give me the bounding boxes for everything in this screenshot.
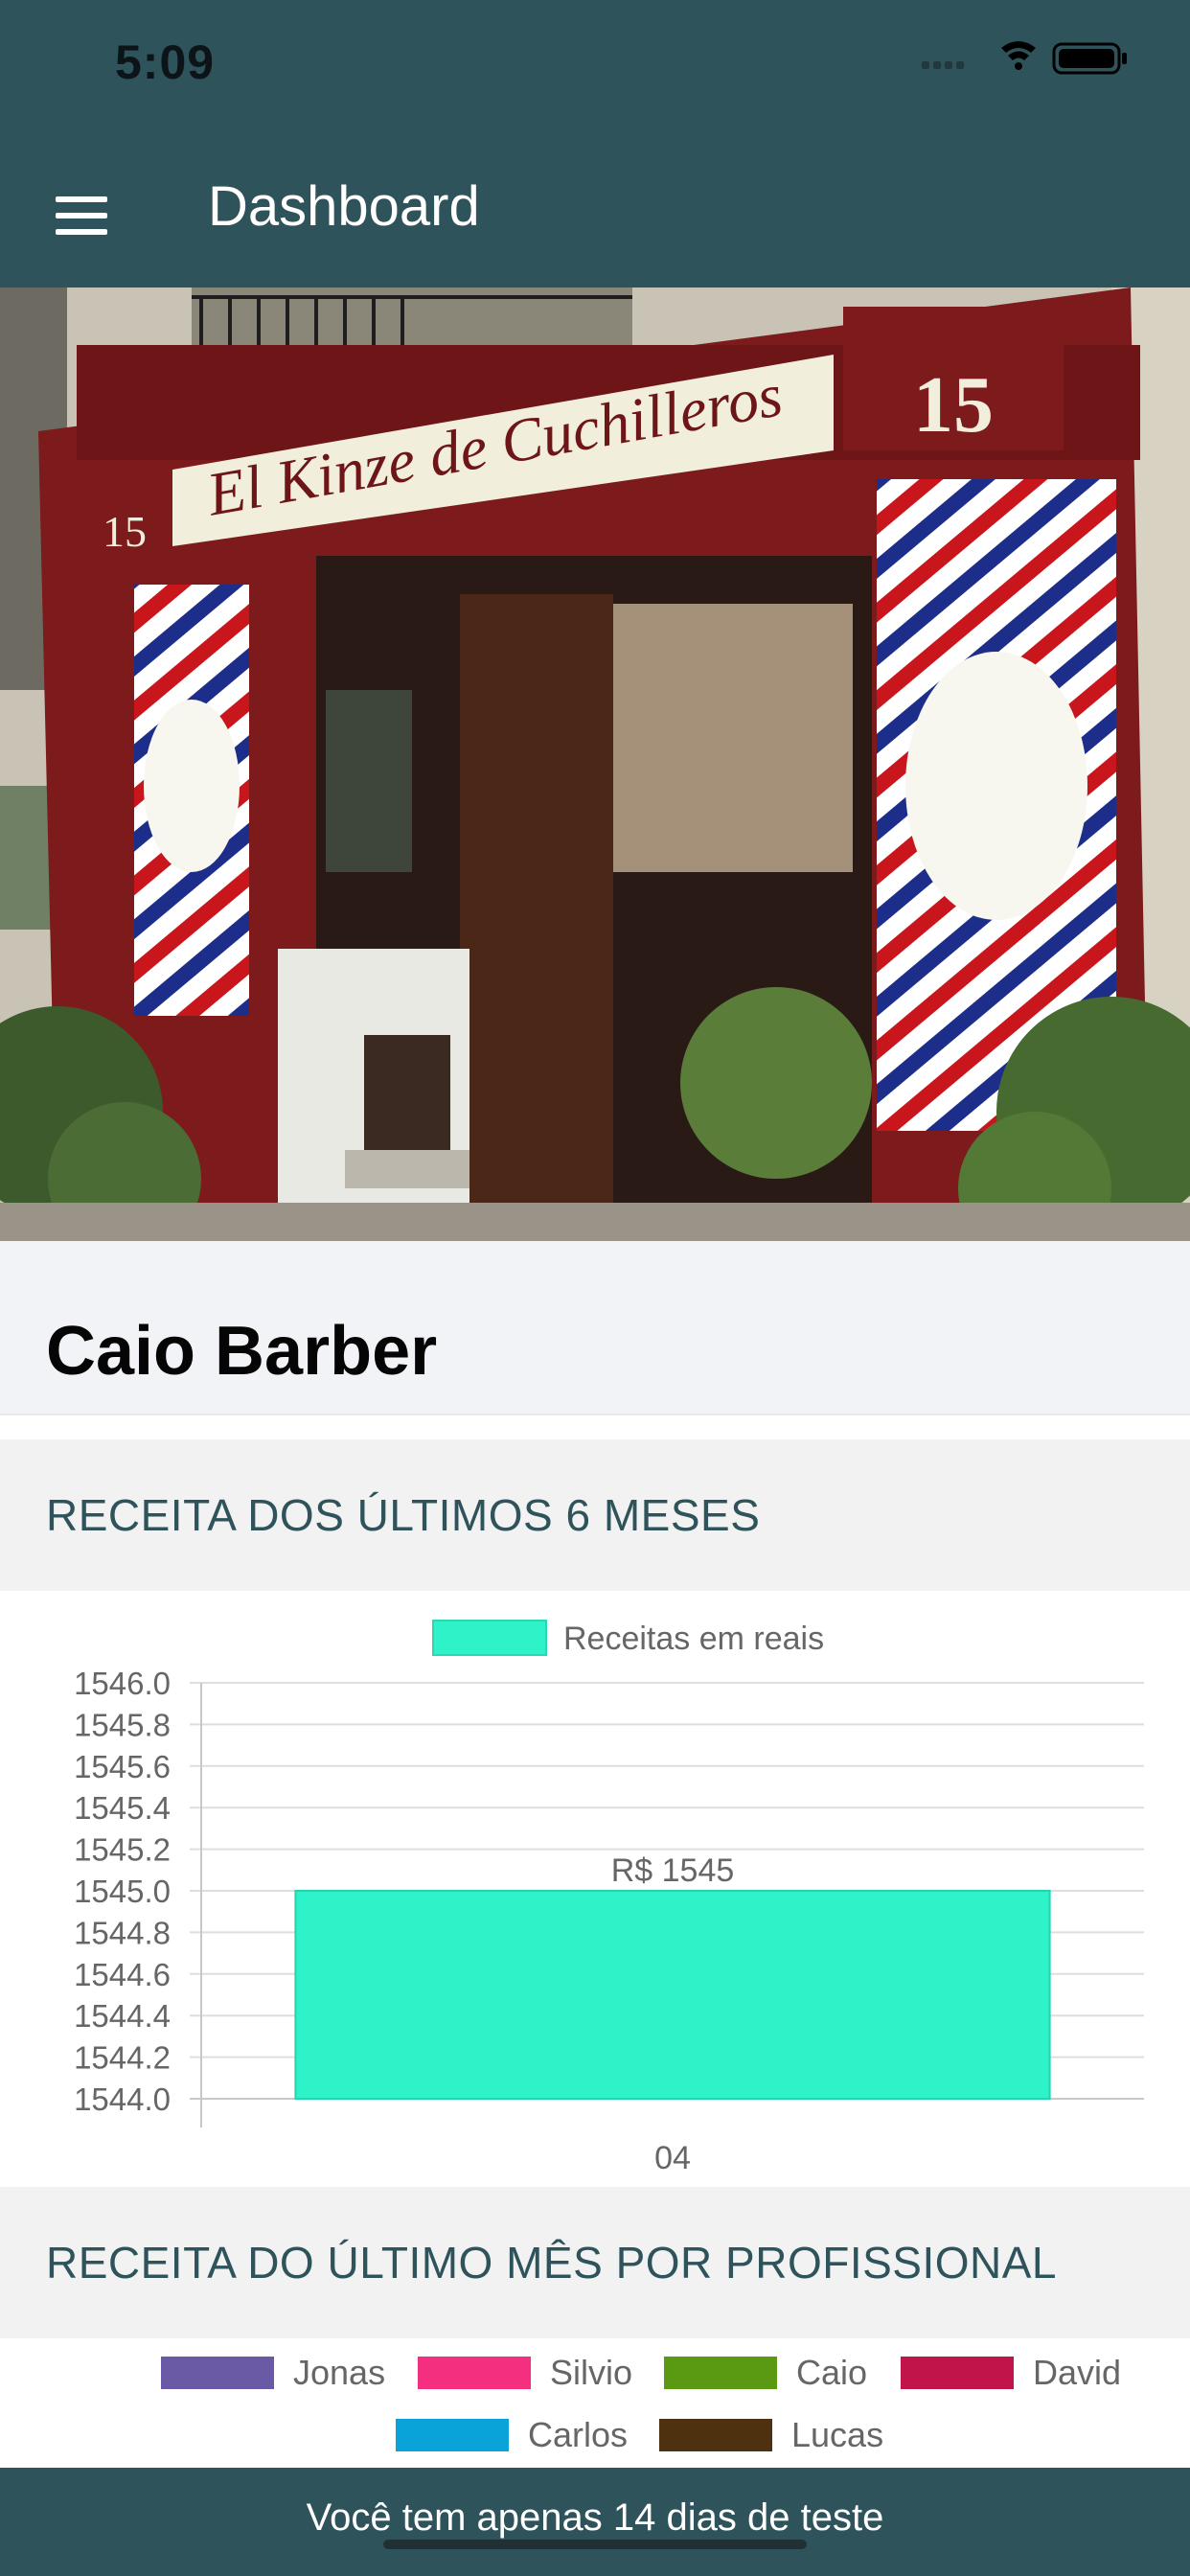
trial-banner-text: Você tem apenas 14 dias de teste — [306, 2496, 884, 2539]
legend-item-jonas[interactable]: Jonas — [161, 2353, 386, 2392]
professional-section-header: RECEITA DO ÚLTIMO MÊS POR PROFISSIONAL — [0, 2187, 1190, 2338]
y-tick-label: 1544.8 — [74, 1915, 171, 1950]
legend-label: Jonas — [293, 2353, 386, 2392]
y-tick-label: 1544.4 — [74, 1998, 171, 2034]
legend-item-silvio[interactable]: Silvio — [418, 2353, 633, 2392]
barbershop-cover-image: El Kinze de Cuchilleros 15 15 — [0, 288, 1190, 1241]
svg-text:15: 15 — [913, 360, 994, 449]
bar — [294, 1890, 1051, 2100]
battery-icon — [1052, 42, 1127, 75]
y-tick-label: 1544.2 — [74, 2040, 171, 2076]
legend-label: David — [1033, 2353, 1122, 2392]
legend-swatch — [161, 2357, 274, 2389]
y-tick-label: 1546.0 — [74, 1666, 171, 1701]
divider — [0, 1414, 1190, 1440]
legend-item-caio[interactable]: Caio — [664, 2353, 868, 2392]
status-time: 5:09 — [115, 35, 216, 89]
legend-swatch — [432, 1620, 547, 1656]
y-tick-label: 1544.6 — [74, 1957, 171, 1992]
legend-label: Caio — [796, 2353, 868, 2392]
menu-icon[interactable] — [48, 187, 115, 244]
revenue-chart: Receitas em reais 1546.0 1545.8 1545.6 1545.… — [0, 1591, 1190, 2187]
y-tick-label: 1545.4 — [74, 1790, 171, 1826]
y-tick-label: 1544.0 — [74, 2082, 171, 2117]
status-bar: 5:09 — [0, 0, 1190, 144]
legend-swatch — [418, 2357, 531, 2389]
trial-banner: Você tem apenas 14 dias de teste — [0, 2468, 1190, 2576]
shop-name: Caio Barber — [46, 1313, 438, 1390]
professional-section-title: RECEITA DO ÚLTIMO MÊS POR PROFISSIONAL — [46, 2238, 1058, 2288]
svg-text:15: 15 — [103, 507, 147, 556]
shop-header: Caio Barber — [0, 1241, 1190, 1414]
legend-label: Silvio — [550, 2353, 633, 2392]
professional-chart-legend: Jonas Silvio Caio David Carlos Lucas — [0, 2338, 1190, 2468]
legend-label: Receitas em reais — [563, 1621, 824, 1657]
y-tick-label: 1545.6 — [74, 1749, 171, 1784]
y-tick-label: 1545.0 — [74, 1874, 171, 1909]
revenue-chart-svg: Receitas em reais 1546.0 1545.8 1545.6 1545.… — [74, 1620, 1144, 2176]
legend-item-david[interactable]: David — [901, 2353, 1122, 2392]
x-tick-label: 04 — [654, 2140, 691, 2176]
page-title: Dashboard — [208, 175, 480, 238]
legend-swatch — [396, 2419, 509, 2451]
legend-label: Carlos — [528, 2415, 629, 2454]
legend-label: Lucas — [791, 2415, 884, 2454]
bar-data-label: R$ 1545 — [611, 1852, 735, 1889]
home-indicator — [383, 2540, 807, 2549]
legend-item-carlos[interactable]: Carlos — [396, 2415, 629, 2454]
legend-swatch — [664, 2357, 777, 2389]
y-tick-label: 1545.8 — [74, 1707, 171, 1742]
legend-swatch — [659, 2419, 772, 2451]
wifi-icon — [1001, 41, 1036, 70]
legend-swatch — [901, 2357, 1014, 2389]
app-bar: Dashboard — [0, 144, 1190, 288]
y-tick-label: 1545.2 — [74, 1832, 171, 1868]
status-icons — [922, 41, 1127, 75]
legend-item-lucas[interactable]: Lucas — [659, 2415, 884, 2454]
revenue-section-title: RECEITA DOS ÚLTIMOS 6 MESES — [46, 1490, 761, 1540]
signal-icon — [922, 61, 964, 69]
revenue-section-header: RECEITA DOS ÚLTIMOS 6 MESES — [0, 1439, 1190, 1591]
